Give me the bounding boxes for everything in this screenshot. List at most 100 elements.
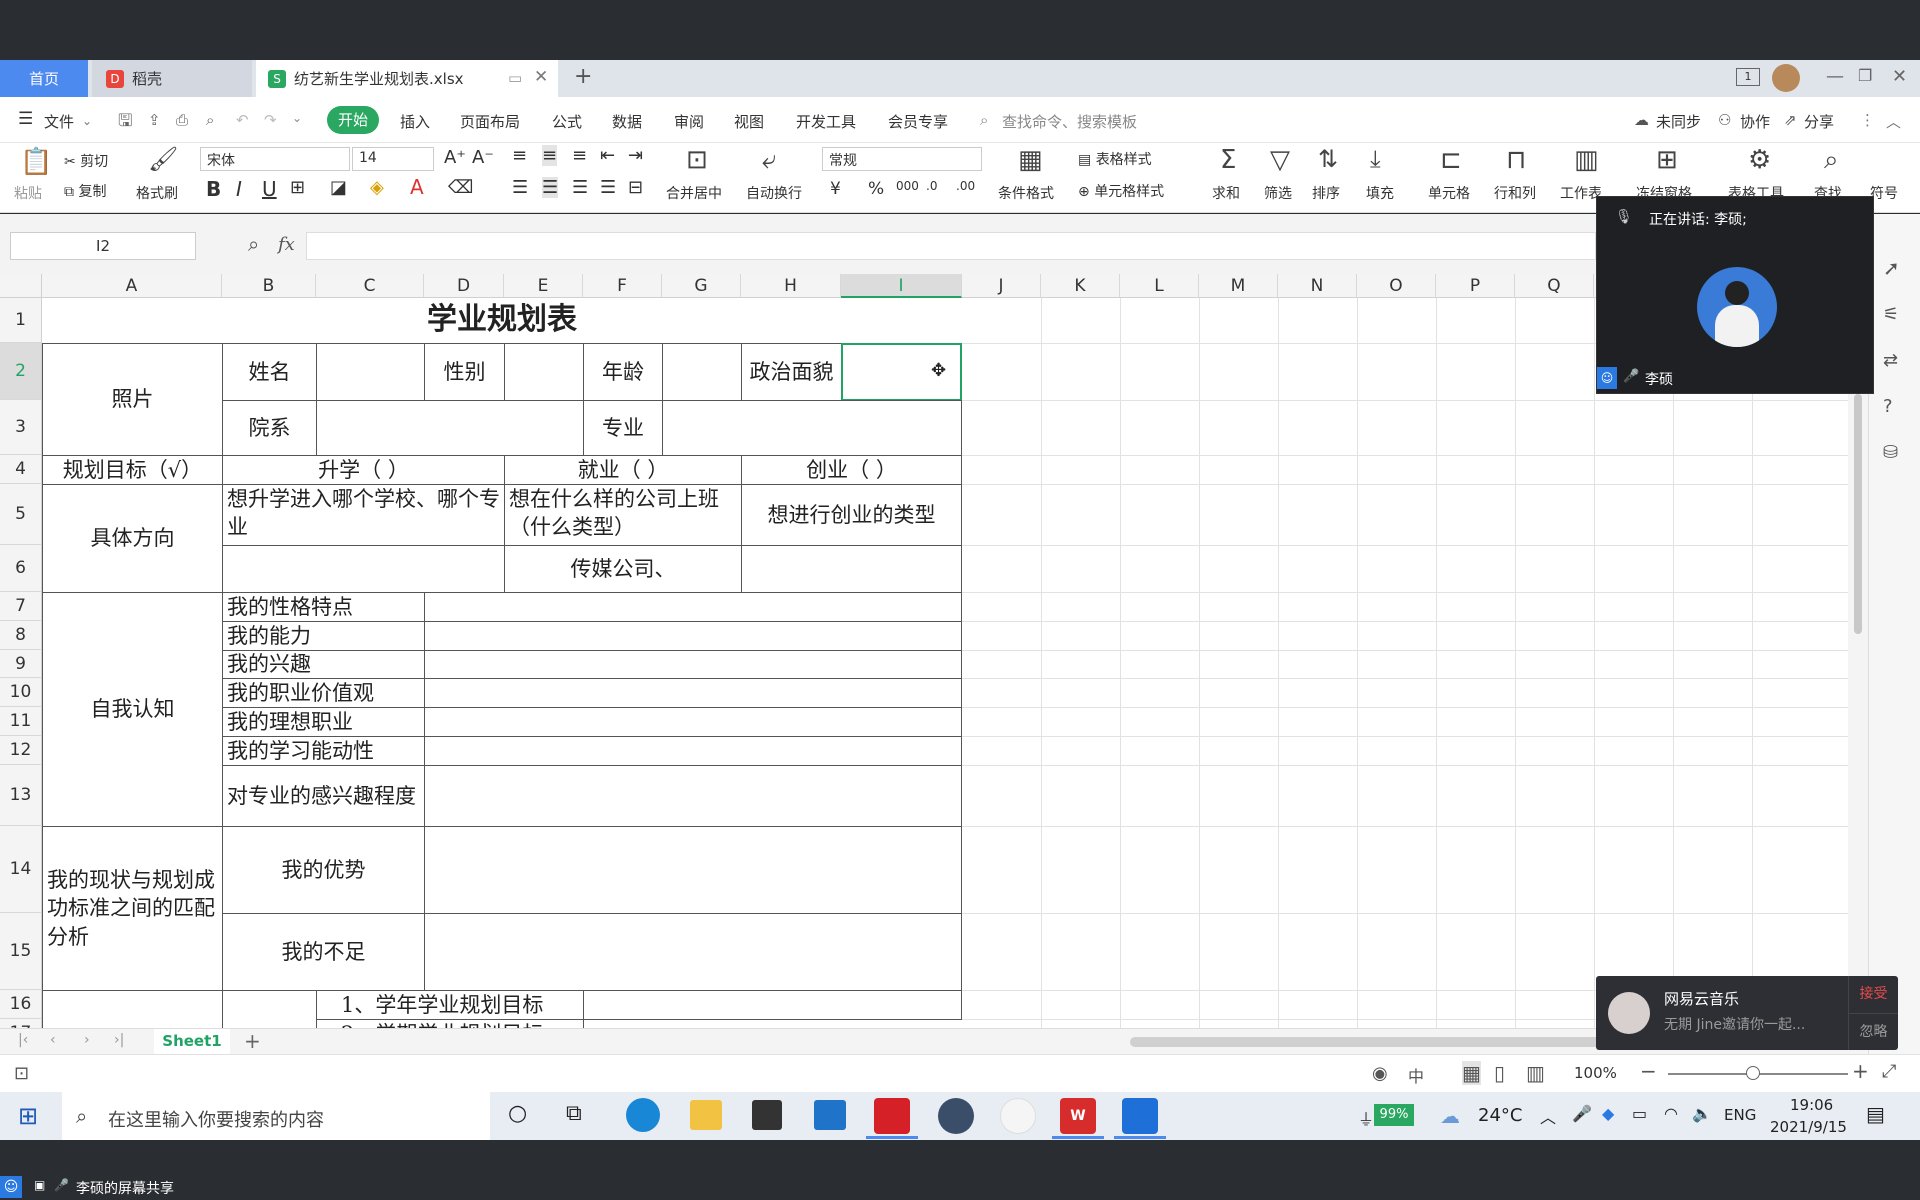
- cell-strength-value[interactable]: [424, 826, 962, 914]
- freeze-icon[interactable]: ⊞: [1656, 145, 1678, 175]
- more-vert-icon[interactable]: ⋮: [1860, 111, 1875, 129]
- settings-slider-icon[interactable]: ⚟: [1883, 304, 1899, 325]
- column-header-p[interactable]: P: [1436, 274, 1515, 298]
- row-header-3[interactable]: 3: [0, 400, 42, 455]
- volume-icon[interactable]: 🔈: [1692, 1104, 1712, 1123]
- preview-icon[interactable]: ⌕: [206, 111, 214, 129]
- font-color-icon[interactable]: A: [410, 175, 424, 199]
- cell-employ-question[interactable]: 想在什么样的公司上班（什么类型）: [504, 484, 742, 546]
- justify-icon[interactable]: ☰: [600, 177, 616, 198]
- cell-gender-value[interactable]: [504, 343, 584, 401]
- row-header-6[interactable]: 6: [0, 545, 42, 592]
- cell-employ-answer[interactable]: 传媒公司、: [504, 545, 742, 593]
- cell-weakness-value[interactable]: [424, 913, 962, 991]
- column-header-f[interactable]: F: [583, 274, 662, 298]
- merge-icon[interactable]: ⊡: [686, 145, 708, 175]
- format-painter-button[interactable]: 格式刷: [136, 183, 178, 203]
- cell-name-value[interactable]: [316, 343, 425, 401]
- cell-goal2[interactable]: 2、学期学业规划目标: [316, 1019, 584, 1028]
- select-all-corner[interactable]: [0, 274, 42, 298]
- row-header-13[interactable]: 13: [0, 765, 42, 826]
- row-header-2[interactable]: 2: [0, 343, 42, 400]
- tray-app-icon[interactable]: ◆: [1602, 1104, 1614, 1123]
- tray-expand-icon[interactable]: ︿: [1540, 1104, 1556, 1128]
- wps-icon[interactable]: W: [1060, 1098, 1096, 1134]
- column-header-h[interactable]: H: [741, 274, 841, 298]
- align-right-icon[interactable]: ☰: [572, 177, 588, 198]
- mute-icon[interactable]: 🎙: [1615, 209, 1633, 225]
- edge-icon[interactable]: [626, 1098, 660, 1132]
- cell-self-item[interactable]: 对专业的感兴趣程度: [222, 765, 425, 827]
- indent-icon[interactable]: ⇥: [628, 145, 643, 166]
- size-select[interactable]: 14: [352, 147, 434, 171]
- video-panel[interactable]: 🎙 正在讲话: 李硕; ☺ 🎤 李硕: [1596, 196, 1874, 394]
- column-header-k[interactable]: K: [1041, 274, 1120, 298]
- cells-button[interactable]: 单元格: [1428, 183, 1470, 203]
- number-format-select[interactable]: 常规: [822, 147, 982, 171]
- outdent-icon[interactable]: ⇤: [600, 145, 615, 166]
- menu-formula[interactable]: 公式: [552, 111, 582, 132]
- window-count-icon[interactable]: 1: [1736, 68, 1760, 86]
- thousands-icon[interactable]: 000: [896, 179, 919, 193]
- macro-icon[interactable]: ⊡: [14, 1063, 29, 1084]
- column-header-j[interactable]: J: [962, 274, 1041, 298]
- cell-style-button[interactable]: ⊕ 单元格样式: [1078, 181, 1164, 201]
- menu-dev-tools[interactable]: 开发工具: [796, 111, 856, 132]
- next-sheet-icon[interactable]: ›: [84, 1032, 90, 1048]
- cell-self-item[interactable]: 我的性格特点: [222, 592, 425, 622]
- menu-review[interactable]: 审阅: [674, 111, 704, 132]
- clock-date[interactable]: 2021/9/15: [1770, 1118, 1847, 1136]
- zoom-in-icon[interactable]: +: [1852, 1059, 1869, 1083]
- taskbar-search[interactable]: ⌕ 在这里输入你要搜索的内容: [62, 1092, 490, 1140]
- zoom-formula-icon[interactable]: ⌕: [248, 232, 259, 256]
- merge-button[interactable]: 合并居中: [666, 183, 722, 203]
- format-painter-icon[interactable]: 🖌: [148, 145, 178, 173]
- formula-input[interactable]: [306, 232, 1596, 260]
- collapse-ribbon-icon[interactable]: ︿: [1886, 111, 1901, 132]
- cell-goal1[interactable]: 1、学年学业规划目标: [316, 990, 584, 1020]
- command-search[interactable]: 查找命令、搜索模板: [1002, 111, 1137, 132]
- row-header-4[interactable]: 4: [0, 455, 42, 484]
- column-header-n[interactable]: N: [1278, 274, 1357, 298]
- cell-direction-label[interactable]: 具体方向: [42, 484, 223, 593]
- wrap-icon[interactable]: ⤶: [762, 145, 777, 176]
- pin-icon[interactable]: ▭: [508, 69, 522, 87]
- tools-icon[interactable]: ⚙: [1748, 145, 1771, 175]
- input-mode-icon[interactable]: 中: [1408, 1063, 1424, 1087]
- cell-match-label[interactable]: 我的现状与规划成功标准之间的匹配分析: [42, 826, 223, 991]
- table-style-button[interactable]: ▤ 表格样式: [1078, 149, 1152, 169]
- column-header-d[interactable]: D: [424, 274, 504, 298]
- help-icon[interactable]: ?: [1883, 396, 1893, 417]
- underline-icon[interactable]: U: [262, 177, 277, 201]
- cell-goal-employ[interactable]: 就业（ ）: [504, 455, 742, 485]
- cortana-icon[interactable]: ○: [508, 1101, 527, 1126]
- prev-sheet-icon[interactable]: ‹: [50, 1032, 56, 1048]
- redo-icon[interactable]: ↷: [264, 111, 277, 129]
- align-center-icon[interactable]: ☰: [542, 177, 559, 198]
- cell-startup-answer[interactable]: [741, 545, 962, 593]
- align-bottom-icon[interactable]: ≡: [572, 145, 587, 166]
- cell-startup-question[interactable]: 想进行创业的类型: [741, 484, 962, 546]
- accept-button[interactable]: 接受: [1848, 976, 1898, 1013]
- tab-file[interactable]: S 纺艺新生学业规划表.xlsx ▭ ✕: [256, 60, 558, 97]
- battery-indicator[interactable]: 99%: [1374, 1104, 1414, 1126]
- cell-self-value[interactable]: [424, 621, 962, 651]
- meeting-icon[interactable]: [1122, 1098, 1158, 1134]
- pointer-icon[interactable]: ➚: [1883, 256, 1900, 280]
- more-icon[interactable]: ⌄: [292, 111, 302, 125]
- row-header-17[interactable]: 17: [0, 1019, 42, 1028]
- collab-button[interactable]: 协作: [1740, 111, 1770, 132]
- page-break-view-icon[interactable]: ▥: [1526, 1061, 1545, 1085]
- mic-icon[interactable]: 🎤: [1572, 1104, 1592, 1123]
- row-header-9[interactable]: 9: [0, 650, 42, 678]
- restore-icon[interactable]: ❐: [1858, 66, 1872, 85]
- cell-self-value[interactable]: [424, 736, 962, 766]
- bold-icon[interactable]: B: [206, 177, 221, 201]
- cell-self-value[interactable]: [424, 678, 962, 708]
- cell-age-label[interactable]: 年龄: [583, 343, 663, 401]
- cell-strength-label[interactable]: 我的优势: [222, 826, 425, 914]
- column-header-m[interactable]: M: [1199, 274, 1278, 298]
- cell-goal-study[interactable]: 升学（ ）: [222, 455, 505, 485]
- page-layout-view-icon[interactable]: ▯: [1494, 1061, 1505, 1085]
- normal-view-icon[interactable]: ▦: [1462, 1061, 1481, 1085]
